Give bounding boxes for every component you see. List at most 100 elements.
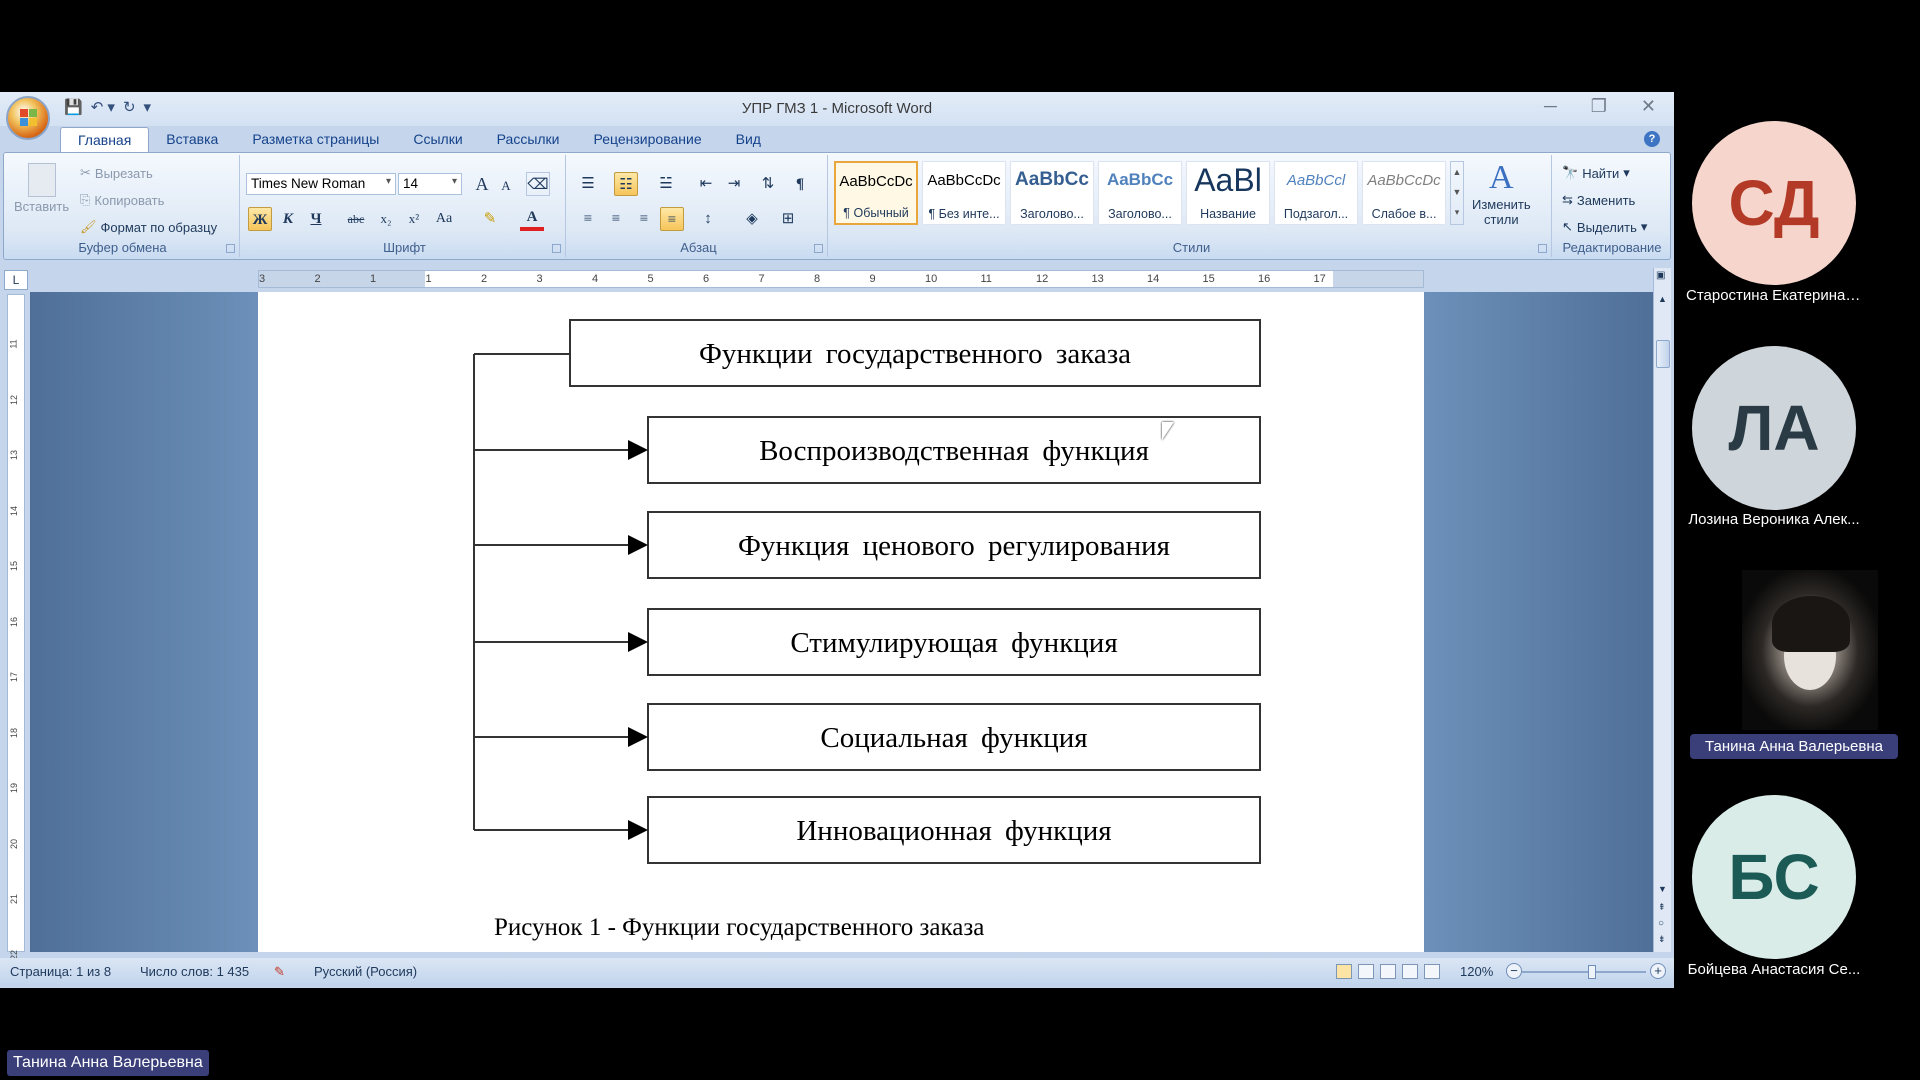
font-name-combo[interactable]: Times New Roman — [246, 173, 396, 195]
participant-name: Бойцева Анастасия Се... — [1687, 961, 1861, 978]
format-painter-button[interactable]: 🖌 Формат по образцу — [80, 219, 217, 235]
next-page-icon[interactable]: ⇟ — [1658, 934, 1666, 945]
styles-launcher-icon[interactable] — [1538, 244, 1547, 253]
shrink-font-button[interactable]: A — [494, 174, 518, 198]
tab-home[interactable]: Главная — [60, 127, 150, 153]
close-icon[interactable]: ✕ — [1641, 96, 1656, 117]
document-page[interactable]: Функции государственного заказа Воспроизв… — [258, 292, 1424, 952]
multilevel-list-icon[interactable]: ☱ — [654, 172, 678, 196]
title-bar: 💾 ↶ ▾ ↻ ▾ УПР ГМЗ 1 - Microsoft Word ─ ❐… — [0, 92, 1674, 140]
change-case-button[interactable]: Aa — [432, 207, 456, 231]
cut-button[interactable]: ✂ Вырезать — [80, 165, 153, 181]
highlight-icon[interactable]: ✎ — [478, 207, 502, 231]
status-bar: Страница: 1 из 8 Число слов: 1 435 ✎ Рус… — [0, 958, 1674, 986]
restore-icon[interactable]: ❐ — [1591, 96, 1607, 117]
paste-button[interactable]: Вставить — [14, 163, 69, 214]
minimize-icon[interactable]: ─ — [1544, 96, 1557, 117]
align-center-icon[interactable]: ≡ — [604, 207, 628, 231]
language[interactable]: Русский (Россия) — [314, 964, 417, 979]
line-spacing-icon[interactable]: ↕ — [696, 207, 720, 231]
ruler-tick-label: 8 — [814, 273, 821, 285]
ruler-toggle-icon[interactable]: ▣ — [1656, 270, 1665, 281]
sort-icon[interactable]: ⇅ — [756, 172, 780, 196]
bullets-icon[interactable]: ☰ — [576, 172, 600, 196]
italic-button[interactable]: К — [276, 207, 300, 231]
tab-review[interactable]: Рецензирование — [577, 127, 719, 153]
subscript-button[interactable]: x₂ — [374, 207, 398, 231]
numbering-icon[interactable]: ☷ — [614, 172, 638, 196]
show-marks-button[interactable]: ¶ — [788, 172, 812, 196]
clipboard-launcher-icon[interactable] — [226, 244, 235, 253]
shading-icon[interactable]: ◈ — [740, 207, 764, 231]
underline-button[interactable]: Ч — [304, 207, 328, 231]
paragraph-launcher-icon[interactable] — [814, 244, 823, 253]
style-subtle-emphasis[interactable]: AaBbCcDc Слабое в... — [1362, 161, 1446, 225]
office-button[interactable] — [6, 96, 50, 140]
scroll-up-icon[interactable]: ▲ — [1658, 294, 1667, 304]
ruler-tick-label: 11 — [8, 339, 19, 349]
avatar: ЛА — [1692, 346, 1856, 510]
prev-page-icon[interactable]: ⇞ — [1658, 902, 1666, 913]
web-layout-icon[interactable] — [1380, 964, 1396, 979]
align-left-icon[interactable]: ≡ — [576, 207, 600, 231]
tab-mailings[interactable]: Рассылки — [480, 127, 577, 153]
zoom-out-icon[interactable]: − — [1506, 963, 1522, 979]
copy-button[interactable]: ⎘ Копировать — [80, 192, 164, 208]
outline-icon[interactable] — [1402, 964, 1418, 979]
grow-font-button[interactable]: A — [470, 172, 494, 196]
find-button[interactable]: 🔭 Найти ▾ — [1562, 165, 1630, 181]
align-right-icon[interactable]: ≡ — [632, 207, 656, 231]
scrollbar-thumb[interactable] — [1656, 340, 1670, 368]
bold-button[interactable]: Ж — [248, 207, 272, 231]
ruler-tick-label: 3 — [536, 273, 543, 285]
font-size-combo[interactable]: 14 — [398, 173, 462, 195]
hair-shape — [1772, 596, 1850, 652]
zoom-in-icon[interactable]: + — [1650, 963, 1666, 979]
word-count[interactable]: Число слов: 1 435 — [140, 964, 249, 979]
superscript-button[interactable]: x² — [402, 207, 426, 231]
ruler-tick-label: 12 — [1036, 273, 1049, 285]
strikethrough-button[interactable]: abc — [344, 207, 368, 231]
vertical-ruler[interactable]: 11 12 13 14 15 16 17 18 19 20 21 22 — [7, 294, 25, 960]
zoom-slider[interactable] — [1522, 965, 1646, 979]
print-layout-icon[interactable] — [1336, 964, 1352, 979]
spellcheck-icon[interactable]: ✎ — [274, 964, 285, 980]
change-styles-button[interactable]: A Изменить стили — [1472, 159, 1531, 227]
style-title[interactable]: AaBl Название — [1186, 161, 1270, 225]
tab-references[interactable]: Ссылки — [396, 127, 479, 153]
font-launcher-icon[interactable] — [552, 244, 561, 253]
style-subtitle[interactable]: AaBbCcl Подзагол... — [1274, 161, 1358, 225]
font-color-button[interactable]: A — [520, 205, 544, 231]
full-screen-reading-icon[interactable] — [1358, 964, 1374, 979]
scissors-icon: ✂ — [80, 165, 91, 180]
style-no-spacing[interactable]: AaBbCcDc ¶ Без инте... — [922, 161, 1006, 225]
tab-selector-icon[interactable]: L — [4, 270, 28, 290]
help-icon[interactable]: ? — [1644, 131, 1660, 147]
ruler-tick-label: 18 — [9, 727, 20, 738]
increase-indent-icon[interactable]: ⇥ — [722, 172, 746, 196]
justify-icon[interactable]: ≡ — [660, 207, 684, 231]
style-heading-1[interactable]: AaBbCc Заголово... — [1010, 161, 1094, 225]
style-heading-2[interactable]: AaBbCc Заголово... — [1098, 161, 1182, 225]
decrease-indent-icon[interactable]: ⇤ — [694, 172, 718, 196]
vertical-scrollbar[interactable]: ▣ ▲ ▼ ⇞ ○ ⇟ — [1653, 268, 1671, 952]
draft-icon[interactable] — [1424, 964, 1440, 979]
ruler-tick-label: 10 — [925, 273, 938, 285]
borders-icon[interactable]: ⊞ — [776, 207, 800, 231]
zoom-slider-handle[interactable] — [1588, 965, 1596, 979]
tab-page-layout[interactable]: Разметка страницы — [235, 127, 396, 153]
scroll-down-icon[interactable]: ▼ — [1658, 884, 1667, 894]
horizontal-ruler[interactable]: 3 2 1 1 2 3 4 5 6 7 8 9 10 11 12 13 14 15 16 17 — [258, 270, 1424, 288]
zoom-level[interactable]: 120% — [1460, 964, 1493, 979]
page-count[interactable]: Страница: 1 из 8 — [10, 964, 111, 979]
style-normal[interactable]: AaBbCcDc ¶ Обычный — [834, 161, 918, 225]
ruler-tick-label: 14 — [1147, 273, 1160, 285]
clear-format-icon[interactable]: ⌫ — [526, 172, 550, 196]
browse-object-icon[interactable]: ○ — [1658, 918, 1664, 929]
replace-button[interactable]: ⇆ Заменить — [1562, 192, 1635, 208]
avatar: СД — [1692, 121, 1856, 285]
tab-view[interactable]: Вид — [719, 127, 778, 153]
select-button[interactable]: ↖ Выделить ▾ — [1562, 219, 1647, 235]
tab-insert[interactable]: Вставка — [149, 127, 235, 153]
styles-scroll-icon[interactable]: ▲ ▼ ▾ — [1450, 161, 1464, 225]
